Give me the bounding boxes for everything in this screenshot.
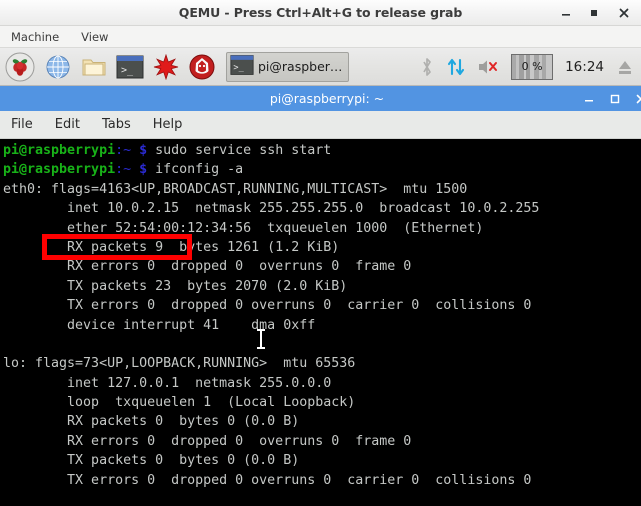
terminal-line: RX packets 0 bytes 0 (0.0 B) xyxy=(3,412,638,431)
terminal-line: loop txqueuelen 1 (Local Loopback) xyxy=(3,393,638,412)
terminal-text: pi@raspberrypi:~ $ sudo service ssh star… xyxy=(3,141,638,506)
qemu-menu-view[interactable]: View xyxy=(77,28,112,46)
terminal-line: pi@raspberrypi:~ $ sudo service ssh star… xyxy=(3,141,638,160)
prompt-symbol: $ xyxy=(131,143,156,158)
terminal-output-line: ether 52:54:00:12:34:56 txqueuelen 1000 … xyxy=(3,220,484,236)
taskbar-clock[interactable]: 16:24 xyxy=(558,59,611,75)
terminal-output-line: eth0: flags=4163<UP,BROADCAST,RUNNING,MU… xyxy=(3,181,468,197)
terminal-line: eth0: flags=4163<UP,BROADCAST,RUNNING,MU… xyxy=(3,180,638,199)
guest-desktop: >_ >_ pi@raspber… 0 % 16:24 pi@raspberry… xyxy=(0,48,641,506)
terminal-window-title: pi@raspberrypi: ~ xyxy=(269,91,385,106)
prompt-user-host: pi@raspberrypi xyxy=(3,162,116,178)
terminal-menu-file[interactable]: File xyxy=(8,116,36,133)
terminal-line: TX errors 0 dropped 0 overruns 0 carrier… xyxy=(3,471,638,490)
terminal-output-line: loop txqueuelen 1 (Local Loopback) xyxy=(3,395,356,411)
terminal-line: TX packets 23 bytes 2070 (2.0 KiB) xyxy=(3,277,638,296)
terminal-line: RX packets 9 bytes 1261 (1.2 KiB) xyxy=(3,238,638,257)
qemu-menubar: Machine View xyxy=(0,26,641,48)
terminal-line: device interrupt 41 dma 0xff xyxy=(3,316,638,335)
terminal-line: RX errors 0 dropped 0 overruns 0 frame 0 xyxy=(3,432,638,451)
terminal-close-button[interactable] xyxy=(628,86,641,111)
terminal-icon: >_ xyxy=(230,54,254,80)
terminal-menu-edit[interactable]: Edit xyxy=(52,116,83,133)
eject-icon[interactable] xyxy=(611,48,639,86)
qemu-close-button[interactable] xyxy=(609,0,639,26)
taskbar-window-button-terminal[interactable]: >_ pi@raspber… xyxy=(226,51,350,82)
terminal-menubar: File Edit Tabs Help xyxy=(0,111,641,139)
terminal-line: inet 10.0.2.15 netmask 255.255.255.0 bro… xyxy=(3,199,638,218)
terminal-window: pi@raspberrypi: ~ File Edit Tabs Help pi… xyxy=(0,86,641,506)
taskbar-window-button-label: pi@raspber… xyxy=(258,59,343,74)
mouse-cursor-ibeam xyxy=(257,329,265,349)
prompt-path: :~ xyxy=(115,162,132,178)
terminal-output-line: TX packets 23 bytes 2070 (2.0 KiB) xyxy=(3,278,348,294)
lxde-taskbar: >_ >_ pi@raspber… 0 % 16:24 xyxy=(0,48,641,86)
terminal-output-line: lo: flags=73<UP,LOOPBACK,RUNNING> mtu 65… xyxy=(3,356,356,372)
terminal-titlebar: pi@raspberrypi: ~ xyxy=(0,86,641,111)
terminal-command: ifconfig -a xyxy=(155,162,244,178)
terminal-maximize-button[interactable] xyxy=(602,86,628,111)
terminal-output-line: TX errors 0 dropped 0 overruns 0 carrier… xyxy=(3,472,532,488)
svg-text:>_: >_ xyxy=(233,63,244,73)
volume-muted-icon[interactable] xyxy=(472,48,506,86)
web-browser-icon[interactable] xyxy=(40,49,76,85)
qemu-menu-machine[interactable]: Machine xyxy=(7,28,63,46)
terminal-output-line: device interrupt 41 dma 0xff xyxy=(3,317,316,333)
qemu-window-title: QEMU - Press Ctrl+Alt+G to release grab xyxy=(178,5,463,20)
terminal-line: TX packets 0 bytes 0 (0.0 B) xyxy=(3,451,638,470)
terminal-menu-tabs[interactable]: Tabs xyxy=(99,116,134,133)
file-manager-icon[interactable] xyxy=(76,49,112,85)
terminal-output-line: inet 127.0.0.1 netmask 255.0.0.0 xyxy=(3,375,332,391)
terminal-menu-help[interactable]: Help xyxy=(150,116,186,133)
prompt-user-host: pi@raspberrypi xyxy=(3,143,116,158)
terminal-output-line: inet 10.0.2.15 netmask 255.255.255.0 bro… xyxy=(3,201,540,217)
terminal-command: sudo service ssh start xyxy=(155,143,332,158)
cpu-usage-label: 0 % xyxy=(521,60,543,73)
terminal-minimize-button[interactable] xyxy=(576,86,602,111)
system-tray: 0 % 16:24 xyxy=(414,48,641,86)
terminal-icon[interactable]: >_ xyxy=(112,49,148,85)
terminal-output-line: RX errors 0 dropped 0 overruns 0 frame 0 xyxy=(3,433,412,449)
qemu-titlebar: QEMU - Press Ctrl+Alt+G to release grab xyxy=(0,0,641,26)
terminal-output-line: RX packets 9 bytes 1261 (1.2 KiB) xyxy=(3,239,340,255)
qemu-maximize-button[interactable] xyxy=(579,0,609,26)
wolfram-icon[interactable] xyxy=(184,49,220,85)
terminal-line: lo: flags=73<UP,LOOPBACK,RUNNING> mtu 65… xyxy=(3,354,638,373)
terminal-output-line: RX errors 0 dropped 0 overruns 0 frame 0 xyxy=(3,259,412,275)
terminal-output-line: TX errors 0 dropped 0 overruns 0 carrier… xyxy=(3,298,532,314)
terminal-line: TX errors 0 dropped 0 overruns 0 carrier… xyxy=(3,296,638,315)
terminal-line: pi@raspberrypi:~ $ ifconfig -a xyxy=(3,160,638,179)
mathematica-icon[interactable] xyxy=(148,49,184,85)
raspberry-menu-icon[interactable] xyxy=(0,49,40,85)
bluetooth-icon[interactable] xyxy=(414,48,440,86)
svg-text:>_: >_ xyxy=(121,65,134,76)
terminal-output-line: TX packets 0 bytes 0 (0.0 B) xyxy=(3,453,300,469)
cpu-monitor[interactable]: 0 % xyxy=(506,48,558,86)
terminal-line: inet 127.0.0.1 netmask 255.0.0.0 xyxy=(3,374,638,393)
terminal-line: RX errors 0 dropped 0 overruns 0 frame 0 xyxy=(3,257,638,276)
qemu-minimize-button[interactable] xyxy=(551,0,581,26)
network-icon[interactable] xyxy=(440,48,472,86)
prompt-symbol: $ xyxy=(131,162,156,178)
terminal-output-area[interactable]: pi@raspberrypi:~ $ sudo service ssh star… xyxy=(0,139,641,506)
screenshot-root: QEMU - Press Ctrl+Alt+G to release grab … xyxy=(0,0,641,506)
terminal-output-line: RX packets 0 bytes 0 (0.0 B) xyxy=(3,414,300,430)
prompt-path: :~ xyxy=(115,143,132,158)
terminal-line: ether 52:54:00:12:34:56 txqueuelen 1000 … xyxy=(3,219,638,238)
